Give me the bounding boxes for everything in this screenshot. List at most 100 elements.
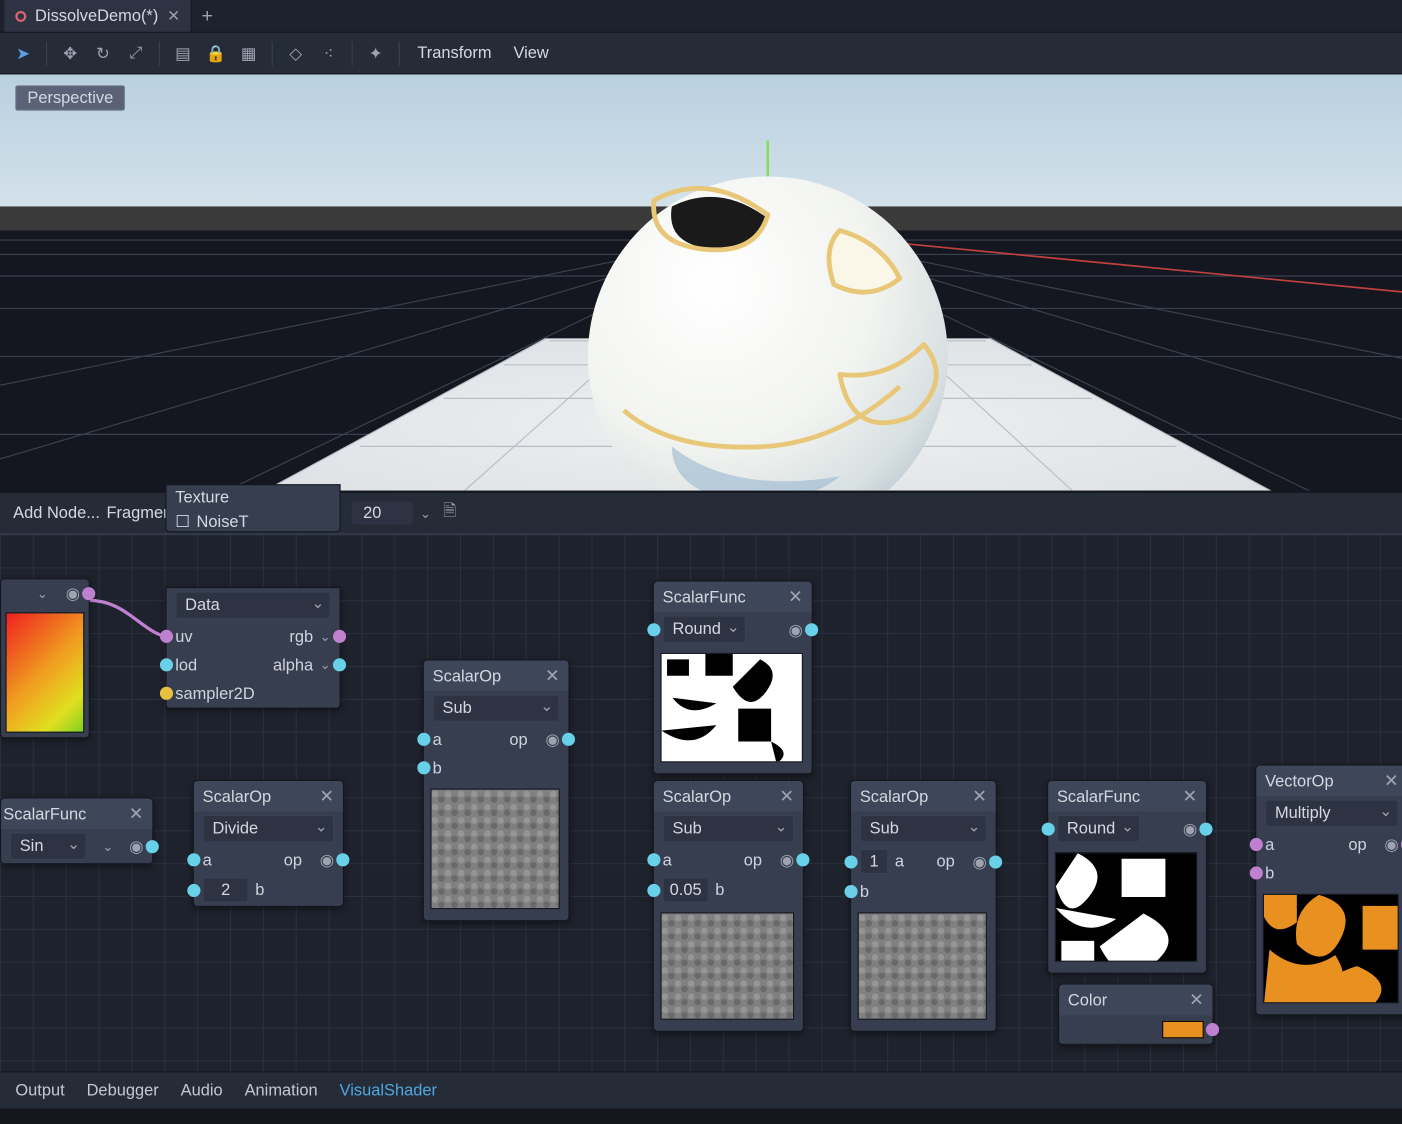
audio-tab[interactable]: Audio xyxy=(181,1081,223,1100)
op-dropdown[interactable]: Sub xyxy=(433,694,560,721)
view-menu[interactable]: View xyxy=(505,39,558,67)
b-port[interactable] xyxy=(844,885,857,898)
visibility-icon[interactable]: ◉ xyxy=(545,729,559,749)
rgb-port[interactable] xyxy=(333,630,346,643)
scalarfunc-round2-node[interactable]: ScalarFunc✕ Round ◉ xyxy=(1047,780,1207,974)
sampler-port[interactable] xyxy=(160,687,173,700)
func-dropdown[interactable]: Sin xyxy=(10,832,87,859)
b-port[interactable] xyxy=(417,761,430,774)
scene-tab[interactable]: DissolveDemo(*) ✕ xyxy=(4,0,192,32)
op-port[interactable] xyxy=(989,855,1002,868)
output-port[interactable] xyxy=(82,587,95,600)
animation-tab[interactable]: Animation xyxy=(245,1081,318,1100)
close-icon[interactable]: ✕ xyxy=(167,7,180,26)
new-tab-button[interactable]: + xyxy=(192,0,223,32)
visibility-icon[interactable]: ◉ xyxy=(320,850,334,870)
a-port[interactable] xyxy=(187,853,200,866)
op-port[interactable] xyxy=(562,733,575,746)
particles-icon[interactable]: ✦ xyxy=(361,39,389,67)
viewport-toolbar: ➤ ✥ ↻ ⤢ ▤ 🔒 ▦ ◇ ⁖ ✦ Transform View xyxy=(0,33,1402,75)
close-icon[interactable]: ✕ xyxy=(1182,785,1197,807)
cube-icon[interactable]: ◇ xyxy=(281,39,309,67)
scale-tool-icon[interactable]: ⤢ xyxy=(122,39,150,67)
file-icon[interactable]: 🗎 xyxy=(438,501,462,525)
b-port[interactable] xyxy=(1250,866,1263,879)
lock-icon[interactable]: 🔒 xyxy=(202,39,230,67)
vectorop-multiply-node[interactable]: VectorOp✕ Multiply a op ◉ b xyxy=(1255,765,1402,1016)
noise-preview xyxy=(430,789,559,909)
scalarop-divide-node[interactable]: ScalarOp✕ Divide a op ◉ b xyxy=(193,780,344,907)
close-icon[interactable]: ✕ xyxy=(319,785,334,807)
close-icon[interactable]: ✕ xyxy=(788,586,803,608)
snap-icon[interactable]: ⁖ xyxy=(314,39,342,67)
debugger-tab[interactable]: Debugger xyxy=(87,1081,159,1100)
visibility-icon[interactable]: ◉ xyxy=(780,850,794,870)
visibility-icon[interactable]: ◉ xyxy=(66,584,80,604)
visualshader-tab[interactable]: VisualShader xyxy=(340,1081,437,1100)
perspective-button[interactable]: Perspective xyxy=(15,85,125,110)
move-tool-icon[interactable]: ✥ xyxy=(56,39,84,67)
output-port[interactable] xyxy=(146,840,159,853)
scalarfunc-round-node[interactable]: ScalarFunc✕ Round ◉ xyxy=(653,581,813,775)
transform-menu[interactable]: Transform xyxy=(409,39,501,67)
color-node[interactable]: Color✕ xyxy=(1058,984,1214,1045)
a-port[interactable] xyxy=(1250,838,1263,851)
select-tool-icon[interactable]: ➤ xyxy=(9,39,37,67)
close-icon[interactable]: ✕ xyxy=(545,665,560,687)
a-port[interactable] xyxy=(417,733,430,746)
op-port[interactable] xyxy=(796,853,809,866)
b-port[interactable] xyxy=(187,883,200,896)
a-value-input[interactable] xyxy=(860,849,888,874)
visibility-icon[interactable]: ◉ xyxy=(789,619,803,639)
op-dropdown[interactable]: Divide xyxy=(203,815,334,842)
gradient-node[interactable]: ⌄ ◉ xyxy=(0,578,90,738)
color-swatch[interactable] xyxy=(1162,1021,1204,1039)
bw-preview xyxy=(1055,852,1197,962)
close-icon[interactable]: ✕ xyxy=(129,803,144,825)
rotate-tool-icon[interactable]: ↻ xyxy=(89,39,117,67)
a-port[interactable] xyxy=(844,855,857,868)
bottom-panel-tabs: Output Debugger Audio Animation VisualSh… xyxy=(0,1071,1402,1108)
op-port[interactable] xyxy=(336,853,349,866)
close-icon[interactable]: ✕ xyxy=(972,785,987,807)
lod-port[interactable] xyxy=(160,658,173,671)
func-dropdown[interactable]: Round xyxy=(663,616,746,643)
close-icon[interactable]: ✕ xyxy=(1189,989,1204,1011)
list-tool-icon[interactable]: ▤ xyxy=(169,39,197,67)
visibility-icon[interactable]: ◉ xyxy=(1183,819,1197,839)
uv-port[interactable] xyxy=(160,630,173,643)
scalarfunc-sin-node[interactable]: ScalarFunc✕ Sin ⌄◉ xyxy=(0,797,153,864)
scalarop-sub-node[interactable]: ScalarOp✕ Sub a op ◉ b xyxy=(423,659,570,921)
snap-value-field[interactable]: 20 xyxy=(352,502,413,525)
viewport-3d[interactable]: Perspective xyxy=(0,74,1402,490)
close-icon[interactable]: ✕ xyxy=(779,785,794,807)
func-dropdown[interactable]: Round xyxy=(1057,815,1140,842)
op-dropdown[interactable]: Sub xyxy=(663,815,794,842)
texture-source-dropdown[interactable]: Data xyxy=(175,591,331,618)
b-value-input[interactable] xyxy=(203,877,249,902)
alpha-port[interactable] xyxy=(333,658,346,671)
scalarop-sub3-node[interactable]: ScalarOp✕ Sub a op ◉ b xyxy=(850,780,997,1032)
shader-graph[interactable]: ⌄ ◉ Data uv rgb ⌄ lod alpha ⌄ sampler2D … xyxy=(0,535,1402,1072)
out-port[interactable] xyxy=(805,623,818,636)
visibility-icon[interactable]: ◉ xyxy=(973,852,987,872)
op-dropdown[interactable]: Sub xyxy=(860,815,987,842)
scalarop-sub2-node[interactable]: ScalarOp✕ Sub a op ◉ b xyxy=(653,780,804,1032)
group-icon[interactable]: ▦ xyxy=(234,39,262,67)
in-port[interactable] xyxy=(647,623,660,636)
b-value-input[interactable] xyxy=(663,877,709,902)
visual-shader-toolbar: Add Node... Fragment ⌄ − ① ＋ ╪ 20 ⌄ 🗎 Te… xyxy=(0,491,1402,535)
op-dropdown[interactable]: Multiply xyxy=(1265,800,1399,827)
close-icon[interactable]: ✕ xyxy=(1384,770,1399,792)
b-port[interactable] xyxy=(647,883,660,896)
visibility-icon[interactable]: ◉ xyxy=(1384,835,1398,855)
add-node-button[interactable]: Add Node... xyxy=(13,504,100,523)
a-port[interactable] xyxy=(647,853,660,866)
texture-node[interactable]: Data uv rgb ⌄ lod alpha ⌄ sampler2D xyxy=(165,587,340,709)
color-port[interactable] xyxy=(1206,1023,1219,1036)
in-port[interactable] xyxy=(1042,822,1055,835)
visibility-icon[interactable]: ◉ xyxy=(129,836,143,856)
out-port[interactable] xyxy=(1199,822,1212,835)
texture-type-dropdown[interactable]: Texture xyxy=(175,489,331,508)
output-tab[interactable]: Output xyxy=(15,1081,64,1100)
